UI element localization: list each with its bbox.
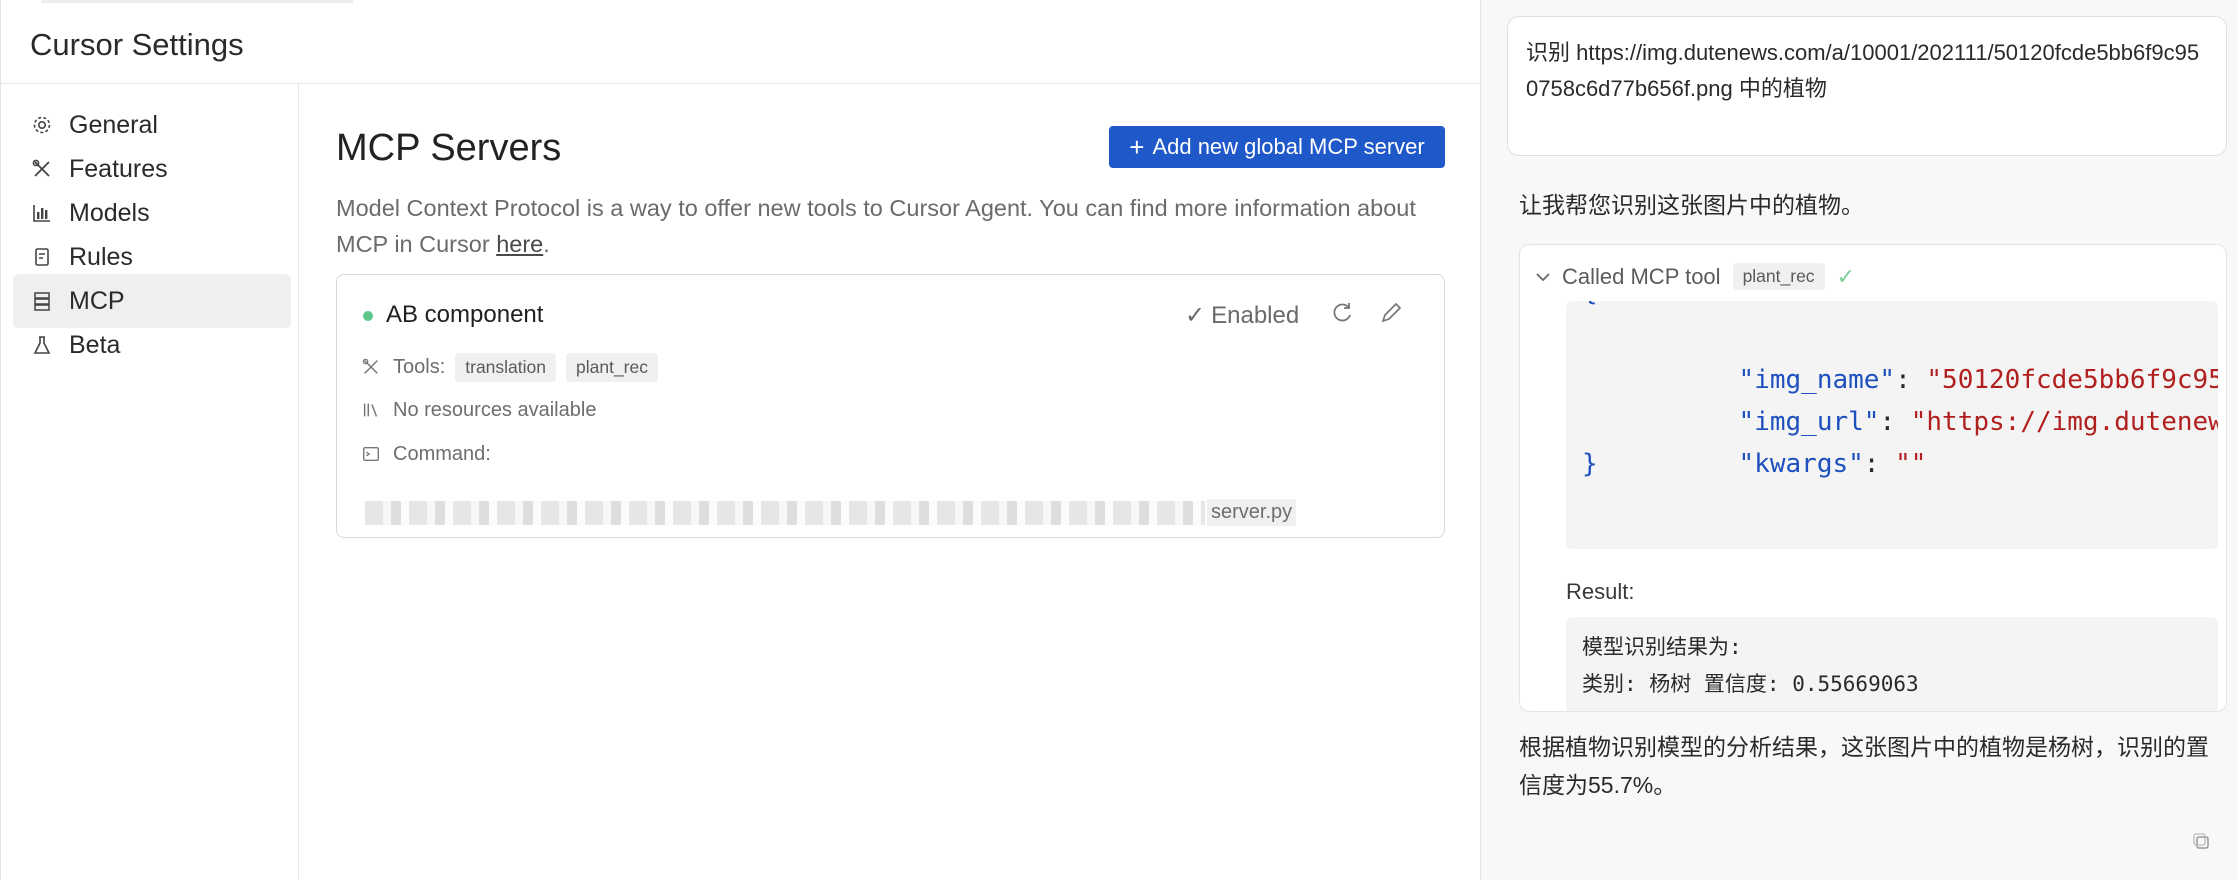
resources-label: No resources available [393, 399, 597, 421]
chat-panel: 识别 https://img.dutenews.com/a/10001/2021… [1481, 0, 2238, 880]
gear-icon [30, 113, 54, 137]
status-indicator [363, 311, 373, 321]
redacted-command-path [365, 501, 1205, 525]
plus-icon: + [1129, 132, 1145, 162]
settings-header: Cursor Settings [1, 0, 1480, 84]
description-end: . [543, 231, 550, 257]
command-row: Command: [361, 443, 491, 466]
chevron-down-icon [1534, 268, 1552, 286]
assistant-message: 根据植物识别模型的分析结果，这张图片中的植物是杨树，识别的置信度为55.7%。 [1519, 734, 2209, 798]
result-line: 模型识别结果为: [1582, 635, 1742, 659]
bar-chart-icon [30, 201, 54, 225]
page-title: Cursor Settings [30, 27, 244, 62]
sidebar-item-label: General [69, 110, 158, 139]
tool-name-badge: plant_rec [1732, 263, 1825, 290]
user-message[interactable]: 识别 https://img.dutenews.com/a/10001/2021… [1507, 16, 2227, 156]
tool-arguments-code: { "img_name": "50120fcde5bb6f9c950758c6d… [1566, 301, 2218, 549]
document-icon [30, 245, 54, 269]
add-mcp-server-label: Add new global MCP server [1152, 134, 1425, 159]
flask-icon [30, 333, 54, 357]
tool-call-card: Called MCP tool plant_rec ✓ { "img_name"… [1519, 244, 2227, 712]
resources-row: No resources available [361, 399, 596, 422]
check-icon: ✓ [1836, 263, 1855, 289]
command-label: Command: [393, 443, 491, 465]
result-label: Result: [1566, 579, 1635, 604]
add-mcp-server-button[interactable]: + Add new global MCP server [1109, 126, 1445, 168]
settings-main: MCP Servers + Add new global MCP server … [299, 84, 1480, 880]
sidebar-item-label: MCP [69, 286, 125, 315]
code-value: "" [1895, 449, 1927, 479]
edit-icon[interactable] [1377, 299, 1405, 327]
sidebar-item-label: Beta [69, 330, 121, 359]
code-line: "kwargs": "" [1738, 449, 1927, 479]
code-open-brace: { [1582, 301, 1598, 313]
section-description: Model Context Protocol is a way to offer… [336, 190, 1456, 262]
library-icon [361, 400, 383, 422]
mcp-server-card: AB component ✓ Enabled Tools: translatio… [336, 274, 1445, 538]
result-line: 类别: 杨树 置信度: 0.55669063 [1582, 672, 1919, 696]
tool-call-title: Called MCP tool [1562, 263, 1721, 289]
enabled-label: Enabled [1211, 301, 1300, 329]
refresh-icon[interactable] [1329, 299, 1357, 327]
code-value: "https://img.dutenews.com/a/10001/202111… [1910, 407, 2218, 437]
tool-tag: plant_rec [566, 353, 658, 382]
terminal-icon [361, 444, 383, 466]
tool-call-header[interactable]: Called MCP tool plant_rec ✓ [1534, 263, 1855, 290]
enabled-toggle[interactable]: ✓ Enabled [1185, 301, 1299, 330]
tool-tag: translation [455, 353, 556, 382]
tools-icon [361, 357, 383, 379]
command-suffix: server.py [1207, 499, 1297, 526]
copy-icon[interactable] [2190, 830, 2212, 852]
tools-label: Tools: [393, 356, 446, 378]
mcp-docs-link[interactable]: here [496, 231, 543, 257]
check-icon: ✓ [1185, 302, 1206, 329]
sidebar-item-beta[interactable]: Beta [13, 318, 291, 372]
assistant-message: 让我帮您识别这张图片中的植物。 [1519, 192, 1864, 218]
sidebar-item-label: Rules [69, 242, 133, 271]
sidebar: General Features Models Rules MCP Beta [1, 84, 299, 880]
tools-row: Tools: translation plant_rec [361, 353, 658, 382]
sidebar-item-label: Models [69, 198, 150, 227]
server-icon [30, 289, 54, 313]
server-name: AB component [386, 301, 544, 328]
tool-result: 模型识别结果为: 类别: 杨树 置信度: 0.55669063 [1566, 617, 2218, 711]
code-close-brace: } [1582, 449, 1598, 479]
sidebar-item-label: Features [69, 154, 168, 183]
tools-icon [30, 157, 54, 181]
code-key: "kwargs" [1738, 449, 1864, 479]
settings-window: Cursor Settings General Features Models … [0, 0, 1481, 880]
section-title: MCP Servers [336, 127, 562, 169]
